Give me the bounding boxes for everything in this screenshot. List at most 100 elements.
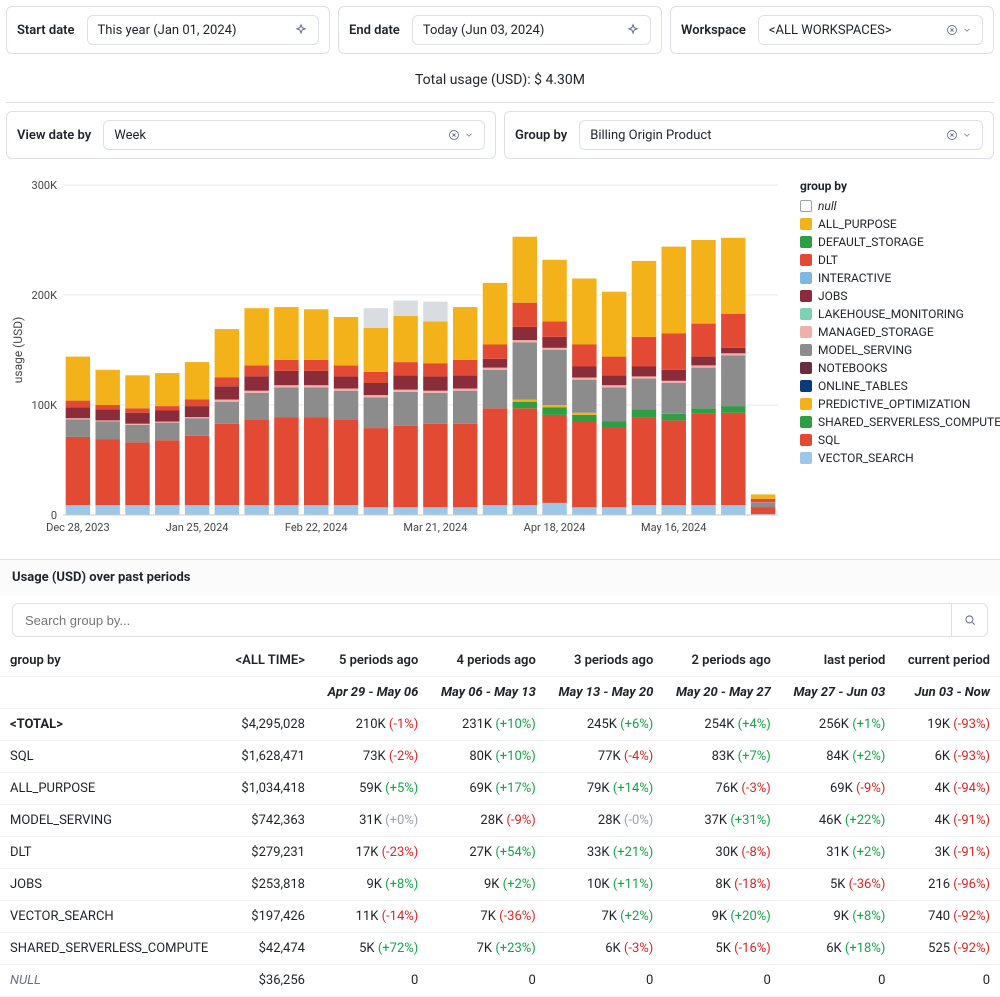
legend-item[interactable]: SHARED_SERVERLESS_COMPUTE (800, 413, 988, 431)
clear-icon[interactable] (448, 129, 460, 141)
bar-segment[interactable] (66, 505, 90, 515)
bar-segment[interactable] (185, 505, 209, 515)
bar-segment[interactable] (155, 373, 179, 406)
legend-item[interactable]: VECTOR_SEARCH (800, 449, 988, 467)
bar-segment[interactable] (364, 428, 388, 507)
bar-segment[interactable] (513, 402, 537, 409)
bar-segment[interactable] (572, 422, 596, 508)
clear-icon[interactable] (946, 129, 958, 141)
bar-segment[interactable] (662, 334, 686, 370)
bar-segment[interactable] (572, 507, 596, 515)
bar-segment[interactable] (334, 505, 358, 515)
bar-segment[interactable] (215, 329, 239, 377)
bar-segment[interactable] (66, 357, 90, 401)
col-header[interactable]: last period (781, 645, 896, 677)
bar-segment[interactable] (572, 413, 596, 415)
bar-segment[interactable] (453, 360, 477, 375)
legend-item[interactable]: MODEL_SERVING (800, 341, 988, 359)
bar-segment[interactable] (542, 321, 566, 336)
bar-segment[interactable] (215, 505, 239, 515)
legend-item[interactable]: JOBS (800, 287, 988, 305)
bar-segment[interactable] (721, 505, 745, 515)
bar-segment[interactable] (483, 368, 507, 370)
bar-segment[interactable] (572, 345, 596, 367)
bar-segment[interactable] (215, 400, 239, 402)
bar-segment[interactable] (483, 408, 507, 505)
bar-segment[interactable] (632, 376, 656, 378)
bar-segment[interactable] (483, 283, 507, 345)
bar-segment[interactable] (244, 365, 268, 376)
bar-segment[interactable] (602, 427, 626, 507)
bar-segment[interactable] (423, 507, 447, 515)
bar-segment[interactable] (632, 409, 656, 417)
bar-segment[interactable] (483, 345, 507, 359)
bar-segment[interactable] (66, 407, 90, 418)
bar-segment[interactable] (513, 303, 537, 327)
periods-search-box[interactable] (12, 603, 952, 637)
bar-segment[interactable] (334, 317, 358, 365)
bar-segment[interactable] (423, 376, 447, 390)
bar-segment[interactable] (542, 348, 566, 350)
bar-segment[interactable] (453, 391, 477, 424)
bar-segment[interactable] (304, 385, 328, 387)
bar-segment[interactable] (274, 371, 298, 385)
bar-segment[interactable] (691, 368, 715, 409)
col-header[interactable]: 3 periods ago (546, 645, 664, 677)
bar-segment[interactable] (632, 337, 656, 367)
bar-segment[interactable] (304, 387, 328, 417)
bar-segment[interactable] (751, 507, 775, 508)
bar-segment[interactable] (95, 370, 119, 405)
bar-segment[interactable] (393, 362, 417, 375)
bar-segment[interactable] (662, 381, 686, 383)
bar-segment[interactable] (155, 411, 179, 422)
bar-segment[interactable] (483, 505, 507, 515)
bar-segment[interactable] (304, 309, 328, 360)
bar-segment[interactable] (513, 408, 537, 505)
legend-item[interactable]: NOTEBOOKS (800, 359, 988, 377)
bar-segment[interactable] (691, 324, 715, 357)
bar-segment[interactable] (244, 393, 268, 419)
legend-item[interactable]: ALL_PURPOSE (800, 215, 988, 233)
legend-item[interactable]: MANAGED_STORAGE (800, 323, 988, 341)
bar-segment[interactable] (364, 395, 388, 397)
end-date-input[interactable]: Today (Jun 03, 2024) (412, 15, 651, 45)
bar-segment[interactable] (393, 316, 417, 362)
bar-segment[interactable] (572, 367, 596, 378)
bar-segment[interactable] (95, 409, 119, 420)
col-header[interactable]: 5 periods ago (315, 645, 428, 677)
bar-segment[interactable] (423, 363, 447, 376)
bar-segment[interactable] (125, 505, 149, 515)
bar-segment[interactable] (423, 424, 447, 508)
bar-segment[interactable] (274, 307, 298, 360)
bar-segment[interactable] (453, 375, 477, 388)
bar-segment[interactable] (274, 505, 298, 515)
bar-segment[interactable] (334, 365, 358, 376)
bar-segment[interactable] (632, 505, 656, 515)
col-header[interactable]: <ALL TIME> (223, 645, 315, 677)
col-header[interactable]: group by (0, 645, 223, 677)
bar-segment[interactable] (721, 356, 745, 407)
bar-segment[interactable] (572, 378, 596, 380)
legend-item[interactable]: DLT (800, 251, 988, 269)
legend-item[interactable]: ONLINE_TABLES (800, 377, 988, 395)
bar-segment[interactable] (662, 420, 686, 505)
bar-segment[interactable] (185, 400, 209, 407)
bar-segment[interactable] (215, 402, 239, 424)
bar-segment[interactable] (721, 348, 745, 354)
bar-segment[interactable] (632, 367, 656, 377)
bar-segment[interactable] (125, 413, 149, 424)
bar-segment[interactable] (483, 370, 507, 409)
start-date-input[interactable]: This year (Jan 01, 2024) (87, 15, 319, 45)
bar-segment[interactable] (185, 406, 209, 417)
bar-segment[interactable] (662, 414, 686, 421)
bar-segment[interactable] (542, 415, 566, 503)
bar-segment[interactable] (95, 405, 119, 409)
bar-segment[interactable] (721, 314, 745, 348)
bar-segment[interactable] (95, 420, 119, 421)
bar-segment[interactable] (513, 327, 537, 340)
bar-segment[interactable] (244, 419, 268, 505)
bar-segment[interactable] (721, 353, 745, 355)
bar-segment[interactable] (155, 505, 179, 515)
bar-segment[interactable] (691, 408, 715, 414)
bar-segment[interactable] (244, 376, 268, 390)
